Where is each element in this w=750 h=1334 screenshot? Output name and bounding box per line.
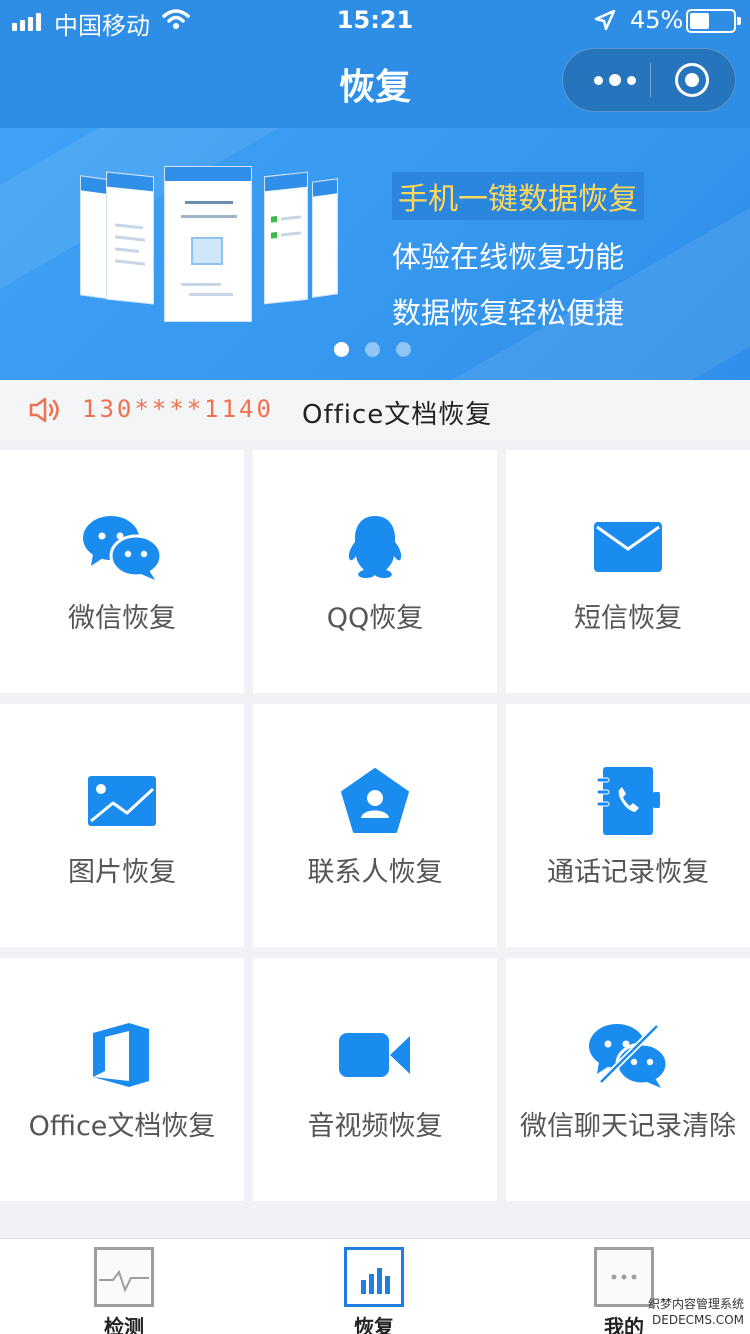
pulse-icon xyxy=(94,1247,154,1307)
wechat-clear-icon xyxy=(589,1023,669,1088)
sms-recovery-card[interactable]: 短信恢复 xyxy=(506,450,750,693)
location-arrow-icon xyxy=(594,9,616,31)
watermark-line-2: DEDECMS.COM xyxy=(652,1313,744,1327)
carousel-dot[interactable] xyxy=(396,342,411,357)
banner-line-1: 体验在线恢复功能 xyxy=(392,240,625,274)
app-screenshots-illustration xyxy=(80,166,340,326)
watermark: 织梦内容管理系统 DEDECMS.COM xyxy=(648,1296,744,1328)
qq-recovery-card[interactable]: QQ恢复 xyxy=(253,450,497,693)
image-icon xyxy=(88,776,156,826)
banner-headline: 手机一键数据恢复 xyxy=(392,172,644,220)
video-recovery-card[interactable]: 音视频恢复 xyxy=(253,958,497,1201)
card-label: 短信恢复 xyxy=(574,603,682,634)
call-log-recovery-card[interactable]: 通话记录恢复 xyxy=(506,704,750,947)
card-label: 微信聊天记录清除 xyxy=(520,1111,736,1142)
notice-ticker: 130****1140 Office文档恢复 xyxy=(0,380,750,440)
top-bar: 中国移动 15:21 45% 恢复 xyxy=(0,0,750,128)
carousel-dots xyxy=(334,342,411,357)
office-recovery-card[interactable]: Office文档恢复 xyxy=(0,958,244,1201)
card-label: QQ恢复 xyxy=(326,603,424,634)
notice-phone: 130****1140 xyxy=(82,395,274,423)
contact-icon xyxy=(341,768,409,833)
wechat-clear-card[interactable]: 微信聊天记录清除 xyxy=(506,958,750,1201)
notice-text: Office文档恢复 xyxy=(302,400,493,430)
call-log-icon xyxy=(596,767,660,835)
capsule-divider xyxy=(650,63,651,97)
speaker-icon xyxy=(29,397,59,423)
card-label: 联系人恢复 xyxy=(307,857,443,888)
tab-detect[interactable]: 检测 xyxy=(64,1245,184,1334)
video-icon xyxy=(339,1033,410,1077)
battery-icon xyxy=(686,9,741,33)
watermark-line-1: 织梦内容管理系统 xyxy=(647,1297,744,1311)
promo-banner[interactable]: 手机一键数据恢复 体验在线恢复功能 数据恢复轻松便捷 xyxy=(0,128,750,380)
card-label: 图片恢复 xyxy=(68,857,176,888)
image-recovery-card[interactable]: 图片恢复 xyxy=(0,704,244,947)
battery-percent: 45% xyxy=(630,6,684,34)
banner-line-2: 数据恢复轻松便捷 xyxy=(392,296,625,330)
card-label: 微信恢复 xyxy=(68,603,176,634)
card-label: Office文档恢复 xyxy=(28,1111,216,1142)
contact-recovery-card[interactable]: 联系人恢复 xyxy=(253,704,497,947)
bottom-tab-bar: 检测 恢复 我的 xyxy=(0,1238,750,1334)
carousel-dot[interactable] xyxy=(334,342,349,357)
close-target-button[interactable] xyxy=(675,63,709,97)
status-bar: 中国移动 15:21 45% xyxy=(0,0,750,40)
sms-icon xyxy=(594,522,662,572)
more-menu-button[interactable] xyxy=(583,49,647,111)
more-icon xyxy=(594,1247,654,1307)
card-label: 通话记录恢复 xyxy=(547,857,709,888)
office-icon xyxy=(93,1023,149,1087)
carousel-dot[interactable] xyxy=(365,342,380,357)
tab-recover[interactable]: 恢复 xyxy=(314,1245,434,1334)
card-label: 音视频恢复 xyxy=(307,1111,443,1142)
wechat-icon xyxy=(83,516,163,580)
chart-icon xyxy=(344,1247,404,1307)
tab-label: 检测 xyxy=(104,1315,144,1334)
qq-icon xyxy=(348,516,402,578)
mini-program-capsule xyxy=(562,48,736,112)
tab-label: 恢复 xyxy=(354,1315,394,1334)
wechat-recovery-card[interactable]: 微信恢复 xyxy=(0,450,244,693)
